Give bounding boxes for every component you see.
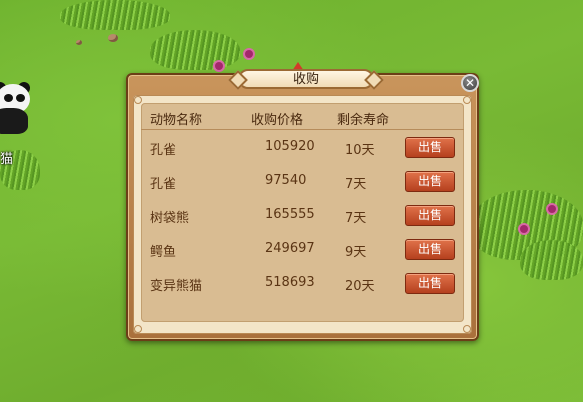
dialog-title: 收购 xyxy=(238,69,374,89)
corner-ornament xyxy=(463,96,471,104)
animal-name: 变异熊猫 xyxy=(150,279,203,294)
stone xyxy=(76,40,82,45)
panda-sprite[interactable] xyxy=(0,82,32,134)
table-row: 树袋熊 165555 7天 出售 xyxy=(141,199,464,233)
sell-button[interactable]: 出售 xyxy=(405,171,455,192)
animal-lifespan: 20天 xyxy=(345,279,375,294)
purchase-dialog: 收购 ✕ 动物名称 收购价格 剩余寿命 孔雀 105920 10天 出售 孔雀 … xyxy=(126,69,479,341)
table-row: 孔雀 105920 10天 出售 xyxy=(141,131,464,165)
animal-lifespan: 9天 xyxy=(345,245,367,260)
grass-tuft xyxy=(60,0,170,30)
animal-lifespan: 7天 xyxy=(345,177,367,192)
animal-table: 动物名称 收购价格 剩余寿命 孔雀 105920 10天 出售 孔雀 97540… xyxy=(141,103,464,322)
dialog-body: 动物名称 收购价格 剩余寿命 孔雀 105920 10天 出售 孔雀 97540… xyxy=(133,95,472,334)
sell-button[interactable]: 出售 xyxy=(405,137,455,158)
panda-eye xyxy=(16,94,25,102)
flower xyxy=(548,205,556,213)
panda-eye xyxy=(4,94,13,102)
table-header: 动物名称 收购价格 剩余寿命 xyxy=(141,103,464,130)
panda-name-label: 猫 xyxy=(0,152,14,167)
corner-ornament xyxy=(463,325,471,333)
panda-body xyxy=(0,108,28,134)
animal-price: 105920 xyxy=(265,139,315,154)
header-name: 动物名称 xyxy=(150,113,203,128)
sell-button[interactable]: 出售 xyxy=(405,239,455,260)
header-lifespan: 剩余寿命 xyxy=(337,113,390,128)
sell-button[interactable]: 出售 xyxy=(405,273,455,294)
grass-tuft xyxy=(150,30,240,70)
animal-name: 孔雀 xyxy=(150,143,177,158)
animal-lifespan: 7天 xyxy=(345,211,367,226)
flower xyxy=(520,225,528,233)
flower xyxy=(215,62,223,70)
animal-name: 孔雀 xyxy=(150,177,177,192)
table-row: 鳄鱼 249697 9天 出售 xyxy=(141,233,464,267)
animal-lifespan: 10天 xyxy=(345,143,375,158)
table-row: 孔雀 97540 7天 出售 xyxy=(141,165,464,199)
flower xyxy=(245,50,253,58)
sell-button[interactable]: 出售 xyxy=(405,205,455,226)
animal-price: 518693 xyxy=(265,275,315,290)
close-button[interactable]: ✕ xyxy=(461,74,479,92)
header-price: 收购价格 xyxy=(251,113,304,128)
stone xyxy=(108,34,118,42)
animal-price: 249697 xyxy=(265,241,315,256)
animal-price: 165555 xyxy=(265,207,315,222)
corner-ornament xyxy=(134,325,142,333)
grass-tuft xyxy=(520,240,583,280)
animal-name: 树袋熊 xyxy=(150,211,190,226)
table-row: 变异熊猫 518693 20天 出售 xyxy=(141,267,464,301)
animal-name: 鳄鱼 xyxy=(150,245,177,260)
animal-price: 97540 xyxy=(265,173,307,188)
